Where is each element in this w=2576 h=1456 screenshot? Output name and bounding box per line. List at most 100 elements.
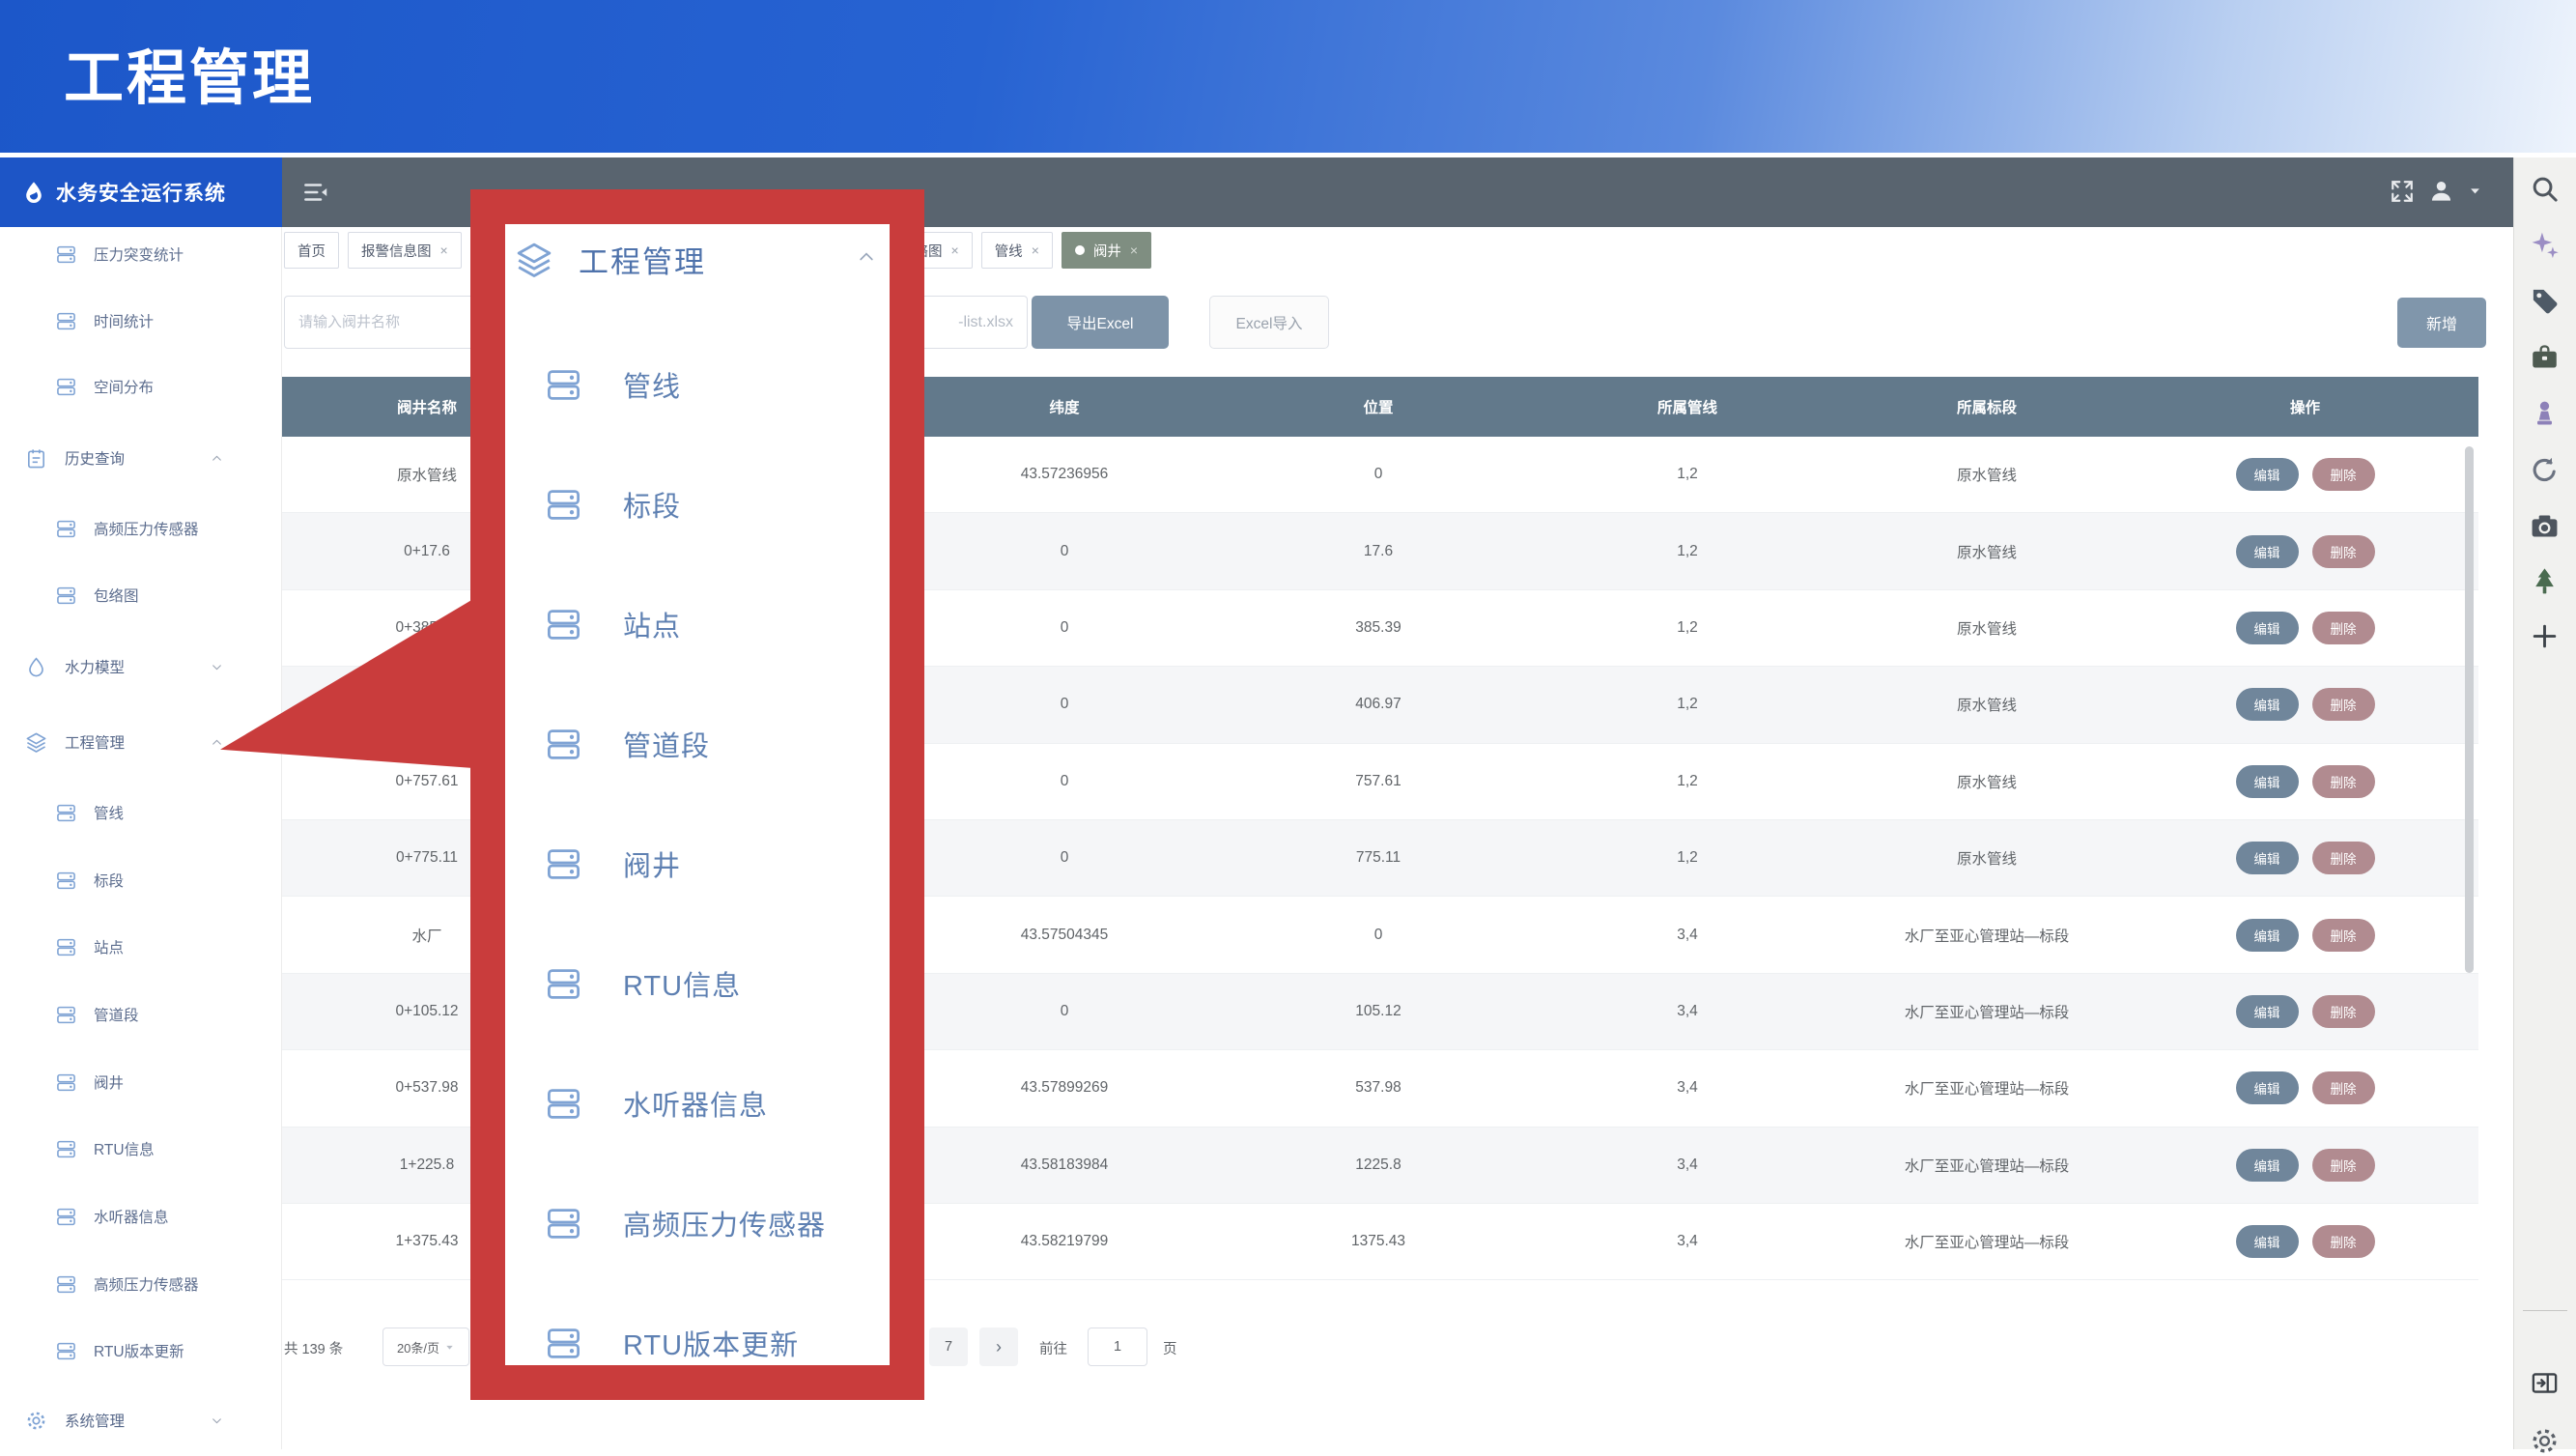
briefcase-icon[interactable] bbox=[2530, 342, 2560, 372]
col-header-latitude[interactable]: 纬度 bbox=[905, 396, 1224, 417]
app-logo-block: 水务安全运行系统 bbox=[0, 157, 282, 227]
user-avatar-icon[interactable] bbox=[2428, 178, 2454, 204]
sidebar-group-history-query[interactable]: 历史查询 bbox=[25, 443, 125, 472]
edit-button[interactable]: 编辑 bbox=[2236, 535, 2299, 568]
delete-button[interactable]: 删除 bbox=[2312, 1225, 2375, 1258]
collapse-panel-icon[interactable] bbox=[2530, 1368, 2560, 1398]
delete-button[interactable]: 删除 bbox=[2312, 995, 2375, 1028]
sidebar-item-rtu-version-update[interactable]: RTU版本更新 bbox=[56, 1336, 184, 1365]
sidebar-item-hf-pressure-sensor-2[interactable]: 高频压力传感器 bbox=[56, 1270, 199, 1299]
sidebar-item-hydrophone-info[interactable]: 水听器信息 bbox=[56, 1202, 169, 1231]
popup-item-section[interactable]: 标段 bbox=[546, 483, 681, 526]
sidebar-group-engineering-management[interactable]: 工程管理 bbox=[25, 728, 125, 757]
sidebar-item-pressure-mutation-stats[interactable]: 压力突变统计 bbox=[56, 240, 184, 269]
sparkles-icon[interactable] bbox=[2530, 230, 2560, 260]
server-icon bbox=[546, 487, 581, 523]
popup-item-rtu-info[interactable]: RTU信息 bbox=[546, 962, 741, 1005]
col-header-section[interactable]: 所属标段 bbox=[1842, 396, 2132, 417]
server-icon bbox=[56, 1139, 76, 1159]
search-icon[interactable] bbox=[2530, 174, 2560, 204]
delete-button[interactable]: 删除 bbox=[2312, 765, 2375, 798]
popup-group-engineering-management[interactable]: 工程管理 bbox=[515, 238, 706, 281]
popup-item-station[interactable]: 站点 bbox=[546, 603, 681, 645]
chevron-up-icon[interactable] bbox=[211, 736, 223, 749]
page-size-select[interactable]: 20条/页 bbox=[382, 1328, 469, 1366]
popup-item-pipe-segment[interactable]: 管道段 bbox=[546, 723, 710, 765]
edit-button[interactable]: 编辑 bbox=[2236, 1149, 2299, 1182]
tab-pipeline[interactable]: 管线 × bbox=[981, 232, 1053, 269]
chevron-up-icon[interactable] bbox=[211, 452, 223, 465]
page-title: 工程管理 bbox=[64, 29, 315, 116]
edit-button[interactable]: 编辑 bbox=[2236, 1225, 2299, 1258]
sidebar-group-label: 历史查询 bbox=[65, 447, 125, 469]
delete-button[interactable]: 删除 bbox=[2312, 919, 2375, 952]
sidebar-item-spatial-distribution[interactable]: 空间分布 bbox=[56, 372, 154, 401]
sidebar-item-rtu-info[interactable]: RTU信息 bbox=[56, 1134, 155, 1163]
tab-alarm-info[interactable]: 报警信息图 × bbox=[348, 232, 462, 269]
delete-button[interactable]: 删除 bbox=[2312, 458, 2375, 491]
table-scrollbar[interactable] bbox=[2465, 446, 2474, 973]
popup-item-hf-pressure-sensor[interactable]: 高频压力传感器 bbox=[546, 1202, 826, 1244]
gear-icon[interactable] bbox=[2530, 1426, 2560, 1456]
delete-button[interactable]: 删除 bbox=[2312, 1071, 2375, 1104]
edit-button[interactable]: 编辑 bbox=[2236, 842, 2299, 874]
sidebar-group-hydraulic-model[interactable]: 水力模型 bbox=[25, 652, 125, 681]
sidebar-item-pipe-segment[interactable]: 管道段 bbox=[56, 1000, 139, 1029]
delete-button[interactable]: 删除 bbox=[2312, 688, 2375, 721]
chevron-down-icon[interactable] bbox=[211, 661, 223, 673]
close-icon[interactable]: × bbox=[1130, 243, 1138, 258]
edit-button[interactable]: 编辑 bbox=[2236, 995, 2299, 1028]
col-header-operations[interactable]: 操作 bbox=[2132, 396, 2478, 417]
sidebar-collapse-icon[interactable] bbox=[301, 178, 330, 207]
user-menu-caret-icon[interactable] bbox=[2468, 184, 2482, 198]
sidebar-item-section[interactable]: 标段 bbox=[56, 866, 124, 895]
sidebar-item-valve-well[interactable]: 阀井 bbox=[56, 1068, 124, 1097]
chevron-down-icon[interactable] bbox=[211, 1414, 223, 1427]
refresh-loop-icon[interactable] bbox=[2530, 455, 2560, 485]
close-icon[interactable]: × bbox=[1032, 243, 1039, 258]
col-header-position[interactable]: 位置 bbox=[1224, 396, 1533, 417]
edit-button[interactable]: 编辑 bbox=[2236, 1071, 2299, 1104]
popup-item-hydrophone-info[interactable]: 水听器信息 bbox=[546, 1082, 768, 1125]
col-header-pipeline[interactable]: 所属管线 bbox=[1533, 396, 1842, 417]
edit-button[interactable]: 编辑 bbox=[2236, 612, 2299, 644]
next-page-button[interactable]: › bbox=[979, 1328, 1018, 1366]
fullscreen-icon[interactable] bbox=[2390, 179, 2415, 204]
app-name: 水务安全运行系统 bbox=[56, 178, 226, 207]
edit-button[interactable]: 编辑 bbox=[2236, 688, 2299, 721]
sidebar-item-pipeline[interactable]: 管线 bbox=[56, 798, 124, 827]
close-icon[interactable]: × bbox=[440, 243, 448, 258]
tab-home[interactable]: 首页 bbox=[284, 232, 339, 269]
add-button[interactable]: 新增 bbox=[2397, 298, 2486, 348]
edit-button[interactable]: 编辑 bbox=[2236, 919, 2299, 952]
sidebar-item-time-stats[interactable]: 时间统计 bbox=[56, 306, 154, 335]
sidebar-item-label: 水听器信息 bbox=[94, 1206, 169, 1227]
popup-item-valve-well[interactable]: 阀井 bbox=[546, 842, 681, 885]
delete-button[interactable]: 删除 bbox=[2312, 842, 2375, 874]
sidebar-item-label: 管道段 bbox=[94, 1004, 139, 1025]
plus-icon[interactable] bbox=[2530, 621, 2560, 651]
edit-button[interactable]: 编辑 bbox=[2236, 765, 2299, 798]
tag-icon[interactable] bbox=[2530, 286, 2560, 316]
server-icon bbox=[56, 1341, 76, 1361]
delete-button[interactable]: 删除 bbox=[2312, 612, 2375, 644]
tree-icon[interactable] bbox=[2530, 566, 2560, 596]
sidebar-group-system-management[interactable]: 系统管理 bbox=[25, 1406, 125, 1435]
import-excel-button[interactable]: Excel导入 bbox=[1209, 296, 1329, 349]
page-button-7[interactable]: 7 bbox=[929, 1328, 968, 1366]
popup-item-pipeline[interactable]: 管线 bbox=[546, 363, 681, 406]
export-excel-button[interactable]: 导出Excel bbox=[1032, 296, 1169, 349]
delete-button[interactable]: 删除 bbox=[2312, 535, 2375, 568]
tab-valve-well-active[interactable]: 阀井 × bbox=[1062, 232, 1151, 269]
camera-icon[interactable] bbox=[2530, 511, 2560, 541]
sidebar-item-hf-pressure-sensor[interactable]: 高频压力传感器 bbox=[56, 514, 199, 543]
popup-item-rtu-version-update[interactable]: RTU版本更新 bbox=[546, 1322, 799, 1364]
chess-icon[interactable] bbox=[2530, 398, 2560, 428]
chevron-up-icon[interactable] bbox=[857, 247, 876, 267]
page-number-input[interactable] bbox=[1088, 1328, 1147, 1366]
delete-button[interactable]: 删除 bbox=[2312, 1149, 2375, 1182]
sidebar-item-envelope-diagram[interactable]: 包络图 bbox=[56, 581, 139, 610]
sidebar-item-station[interactable]: 站点 bbox=[56, 932, 124, 961]
close-icon[interactable]: × bbox=[951, 243, 959, 258]
edit-button[interactable]: 编辑 bbox=[2236, 458, 2299, 491]
